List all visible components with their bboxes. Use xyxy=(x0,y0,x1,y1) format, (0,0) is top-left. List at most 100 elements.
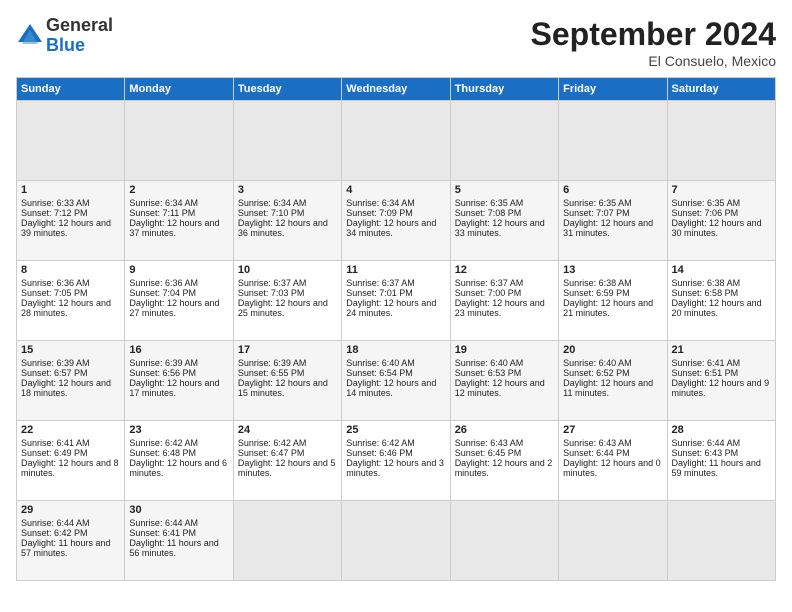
sunset-text: Sunset: 6:44 PM xyxy=(563,448,630,458)
header-friday: Friday xyxy=(559,78,667,101)
daylight-text: Daylight: 12 hours and 12 minutes. xyxy=(455,378,545,398)
daylight-text: Daylight: 12 hours and 18 minutes. xyxy=(21,378,111,398)
sunset-text: Sunset: 7:01 PM xyxy=(346,288,413,298)
sunset-text: Sunset: 6:56 PM xyxy=(129,368,196,378)
sunset-text: Sunset: 6:43 PM xyxy=(672,448,739,458)
sunset-text: Sunset: 6:58 PM xyxy=(672,288,739,298)
day-number: 19 xyxy=(455,344,554,356)
sunset-text: Sunset: 6:47 PM xyxy=(238,448,305,458)
daylight-text: Daylight: 11 hours and 59 minutes. xyxy=(672,458,761,478)
daylight-text: Daylight: 12 hours and 37 minutes. xyxy=(129,218,219,238)
daylight-text: Daylight: 12 hours and 5 minutes. xyxy=(238,458,336,478)
day-number: 21 xyxy=(672,344,771,356)
table-row xyxy=(450,101,558,181)
day-number: 13 xyxy=(563,264,662,276)
table-row: 10Sunrise: 6:37 AMSunset: 7:03 PMDayligh… xyxy=(233,261,341,341)
daylight-text: Daylight: 12 hours and 23 minutes. xyxy=(455,298,545,318)
table-row: 19Sunrise: 6:40 AMSunset: 6:53 PMDayligh… xyxy=(450,341,558,421)
daylight-text: Daylight: 12 hours and 20 minutes. xyxy=(672,298,762,318)
day-number: 7 xyxy=(672,184,771,196)
header-thursday: Thursday xyxy=(450,78,558,101)
table-row: 21Sunrise: 6:41 AMSunset: 6:51 PMDayligh… xyxy=(667,341,775,421)
calendar-week-row: 8Sunrise: 6:36 AMSunset: 7:05 PMDaylight… xyxy=(17,261,776,341)
daylight-text: Daylight: 12 hours and 31 minutes. xyxy=(563,218,653,238)
table-row xyxy=(233,101,341,181)
sunset-text: Sunset: 6:54 PM xyxy=(346,368,413,378)
daylight-text: Daylight: 12 hours and 21 minutes. xyxy=(563,298,653,318)
sunrise-text: Sunrise: 6:37 AM xyxy=(455,278,524,288)
table-row xyxy=(233,501,341,581)
table-row: 17Sunrise: 6:39 AMSunset: 6:55 PMDayligh… xyxy=(233,341,341,421)
logo-general: General xyxy=(46,15,113,35)
sunset-text: Sunset: 6:59 PM xyxy=(563,288,630,298)
table-row: 14Sunrise: 6:38 AMSunset: 6:58 PMDayligh… xyxy=(667,261,775,341)
sunrise-text: Sunrise: 6:42 AM xyxy=(346,438,415,448)
daylight-text: Daylight: 12 hours and 36 minutes. xyxy=(238,218,328,238)
title-block: September 2024 El Consuelo, Mexico xyxy=(531,16,776,69)
month-title: September 2024 xyxy=(531,16,776,53)
table-row: 22Sunrise: 6:41 AMSunset: 6:49 PMDayligh… xyxy=(17,421,125,501)
header-saturday: Saturday xyxy=(667,78,775,101)
daylight-text: Daylight: 12 hours and 6 minutes. xyxy=(129,458,227,478)
daylight-text: Daylight: 12 hours and 9 minutes. xyxy=(672,378,770,398)
day-number: 22 xyxy=(21,424,120,436)
table-row: 20Sunrise: 6:40 AMSunset: 6:52 PMDayligh… xyxy=(559,341,667,421)
sunrise-text: Sunrise: 6:34 AM xyxy=(238,198,307,208)
sunrise-text: Sunrise: 6:34 AM xyxy=(129,198,198,208)
sunrise-text: Sunrise: 6:44 AM xyxy=(672,438,741,448)
table-row: 18Sunrise: 6:40 AMSunset: 6:54 PMDayligh… xyxy=(342,341,450,421)
daylight-text: Daylight: 12 hours and 24 minutes. xyxy=(346,298,436,318)
table-row xyxy=(559,501,667,581)
sunrise-text: Sunrise: 6:44 AM xyxy=(21,518,90,528)
sunrise-text: Sunrise: 6:36 AM xyxy=(21,278,90,288)
sunrise-text: Sunrise: 6:42 AM xyxy=(129,438,198,448)
daylight-text: Daylight: 12 hours and 28 minutes. xyxy=(21,298,111,318)
daylight-text: Daylight: 12 hours and 15 minutes. xyxy=(238,378,328,398)
sunset-text: Sunset: 6:42 PM xyxy=(21,528,88,538)
day-number: 23 xyxy=(129,424,228,436)
sunrise-text: Sunrise: 6:40 AM xyxy=(455,358,524,368)
daylight-text: Daylight: 12 hours and 17 minutes. xyxy=(129,378,219,398)
sunset-text: Sunset: 7:10 PM xyxy=(238,208,305,218)
daylight-text: Daylight: 12 hours and 27 minutes. xyxy=(129,298,219,318)
daylight-text: Daylight: 12 hours and 33 minutes. xyxy=(455,218,545,238)
daylight-text: Daylight: 12 hours and 39 minutes. xyxy=(21,218,111,238)
sunrise-text: Sunrise: 6:43 AM xyxy=(455,438,524,448)
day-number: 8 xyxy=(21,264,120,276)
sunrise-text: Sunrise: 6:37 AM xyxy=(346,278,415,288)
sunset-text: Sunset: 7:05 PM xyxy=(21,288,88,298)
sunset-text: Sunset: 6:41 PM xyxy=(129,528,196,538)
day-number: 20 xyxy=(563,344,662,356)
sunrise-text: Sunrise: 6:43 AM xyxy=(563,438,632,448)
day-number: 30 xyxy=(129,504,228,516)
logo-icon xyxy=(16,22,44,50)
header-sunday: Sunday xyxy=(17,78,125,101)
table-row: 23Sunrise: 6:42 AMSunset: 6:48 PMDayligh… xyxy=(125,421,233,501)
day-number: 5 xyxy=(455,184,554,196)
sunrise-text: Sunrise: 6:39 AM xyxy=(238,358,307,368)
sunrise-text: Sunrise: 6:39 AM xyxy=(129,358,198,368)
table-row: 2Sunrise: 6:34 AMSunset: 7:11 PMDaylight… xyxy=(125,181,233,261)
header-wednesday: Wednesday xyxy=(342,78,450,101)
day-number: 29 xyxy=(21,504,120,516)
sunrise-text: Sunrise: 6:36 AM xyxy=(129,278,198,288)
day-number: 26 xyxy=(455,424,554,436)
daylight-text: Daylight: 12 hours and 14 minutes. xyxy=(346,378,436,398)
day-number: 11 xyxy=(346,264,445,276)
table-row: 11 Sunrise: 6:37 AMSunset: 7:01 PMDayligh… xyxy=(342,261,450,341)
sunset-text: Sunset: 6:55 PM xyxy=(238,368,305,378)
sunrise-text: Sunrise: 6:40 AM xyxy=(563,358,632,368)
sunset-text: Sunset: 6:52 PM xyxy=(563,368,630,378)
sunrise-text: Sunrise: 6:35 AM xyxy=(672,198,741,208)
sunset-text: Sunset: 6:46 PM xyxy=(346,448,413,458)
sunset-text: Sunset: 6:57 PM xyxy=(21,368,88,378)
day-number: 4 xyxy=(346,184,445,196)
sunrise-text: Sunrise: 6:35 AM xyxy=(455,198,524,208)
calendar-week-row: 15Sunrise: 6:39 AMSunset: 6:57 PMDayligh… xyxy=(17,341,776,421)
sunrise-text: Sunrise: 6:40 AM xyxy=(346,358,415,368)
daylight-text: Daylight: 12 hours and 34 minutes. xyxy=(346,218,436,238)
table-row xyxy=(125,101,233,181)
day-number: 24 xyxy=(238,424,337,436)
page: General Blue September 2024 El Consuelo,… xyxy=(0,0,792,612)
sunrise-text: Sunrise: 6:38 AM xyxy=(672,278,741,288)
